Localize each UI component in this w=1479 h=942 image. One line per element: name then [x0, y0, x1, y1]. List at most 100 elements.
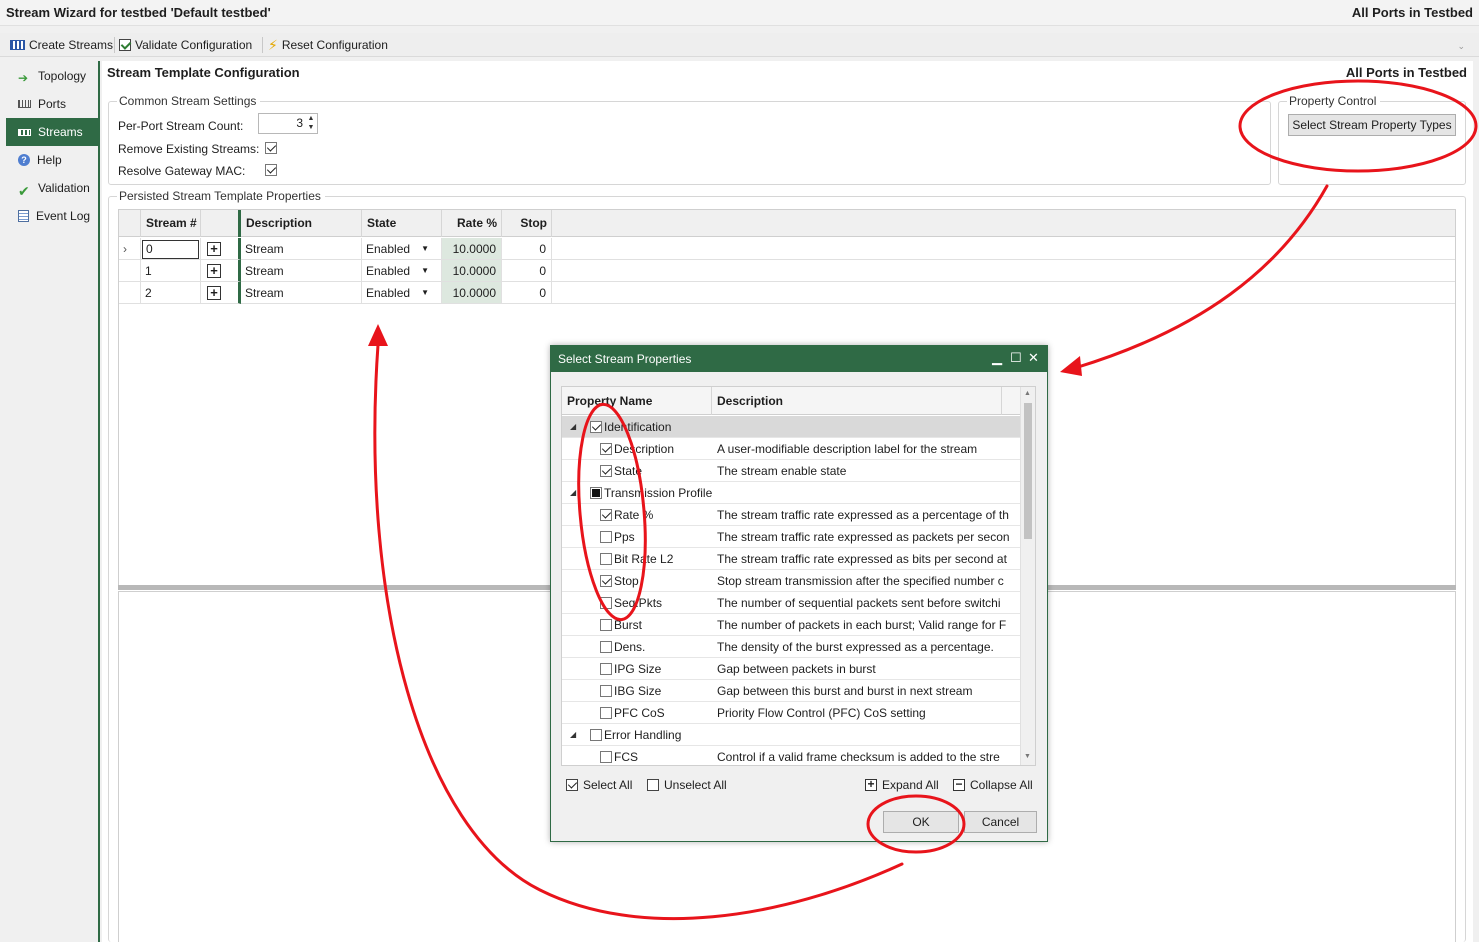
col-description[interactable]: Description [241, 210, 362, 237]
property-checkbox[interactable] [600, 575, 612, 587]
tree-item[interactable]: Bit Rate L2 The stream traffic rate expr… [562, 548, 1020, 570]
group-checkbox[interactable] [590, 729, 602, 741]
sidebar-item-topology[interactable]: ➔ Topology [6, 62, 100, 90]
sidebar-item-validation[interactable]: ✔ Validation [6, 174, 100, 202]
col-stream-number[interactable]: Stream # [141, 210, 201, 237]
select-all-checkbox[interactable]: Select All [566, 778, 632, 792]
tree-item[interactable]: Burst The number of packets in each burs… [562, 614, 1020, 636]
row-selector-cell[interactable] [119, 260, 141, 282]
tree-group-error-handling[interactable]: ◢ Error Handling [562, 724, 1020, 746]
resolve-gateway-checkbox[interactable] [265, 164, 277, 176]
table-row[interactable]: › 0 + Stream Enabled ▼ 10.0000 0 [119, 238, 1455, 260]
stream-number-editor[interactable]: 0 [142, 240, 199, 259]
collapse-triangle-icon[interactable]: ◢ [570, 724, 576, 746]
expand-plus-icon[interactable]: + [207, 264, 221, 278]
tree-item[interactable]: Description A user-modifiable descriptio… [562, 438, 1020, 460]
rate-cell[interactable]: 10.0000 [442, 238, 502, 260]
property-checkbox[interactable] [600, 663, 612, 675]
state-dropdown[interactable]: Enabled ▼ [362, 260, 442, 282]
sidebar-item-streams[interactable]: Streams [6, 118, 100, 146]
dropdown-arrow-icon[interactable]: ▼ [421, 260, 429, 282]
sidebar-item-event-log[interactable]: Event Log [6, 202, 100, 230]
tree-item[interactable]: State The stream enable state [562, 460, 1020, 482]
dropdown-arrow-icon[interactable]: ▼ [421, 238, 429, 260]
tree-item[interactable]: Pps The stream traffic rate expressed as… [562, 526, 1020, 548]
table-row[interactable]: 2 + Stream Enabled ▼ 10.0000 0 [119, 282, 1455, 304]
tree-scrollbar[interactable]: ▲ ▼ [1020, 387, 1035, 765]
close-icon[interactable]: ✕ [1028, 350, 1039, 366]
stepper-arrows-icon[interactable]: ▲ ▼ [306, 114, 316, 133]
stop-cell[interactable]: 0 [502, 260, 552, 282]
reset-configuration-button[interactable]: ⚡ Reset Configuration [268, 36, 388, 54]
cancel-button[interactable]: Cancel [964, 811, 1037, 833]
property-checkbox[interactable] [600, 619, 612, 631]
expand-all-button[interactable]: + Expand All [865, 778, 939, 792]
sidebar-item-ports[interactable]: Ports [6, 90, 100, 118]
property-checkbox[interactable] [600, 641, 612, 653]
group-checkbox[interactable] [590, 421, 602, 433]
tree-item[interactable]: Rate % The stream traffic rate expressed… [562, 504, 1020, 526]
tree-item[interactable]: IBG Size Gap between this burst and burs… [562, 680, 1020, 702]
tree-item[interactable]: PFC CoS Priority Flow Control (PFC) CoS … [562, 702, 1020, 724]
ok-button[interactable]: OK [883, 811, 959, 833]
col-stop[interactable]: Stop [502, 210, 552, 237]
col-property-description[interactable]: Description [712, 387, 1002, 415]
rate-cell[interactable]: 10.0000 [442, 260, 502, 282]
col-state[interactable]: State [362, 210, 442, 237]
tree-item[interactable]: FCS Control if a valid frame checksum is… [562, 746, 1020, 765]
col-rate[interactable]: Rate % [442, 210, 502, 237]
property-checkbox[interactable] [600, 707, 612, 719]
col-property-name[interactable]: Property Name [562, 387, 712, 415]
tree-item[interactable]: Dens. The density of the burst expressed… [562, 636, 1020, 658]
expand-cell[interactable]: + [201, 282, 241, 304]
per-port-count-stepper[interactable]: 3 ▲ ▼ [258, 113, 318, 134]
maximize-icon[interactable]: ☐ [1010, 350, 1022, 366]
tree-item[interactable]: Seq.Pkts The number of sequential packet… [562, 592, 1020, 614]
property-checkbox[interactable] [600, 685, 612, 697]
state-dropdown[interactable]: Enabled ▼ [362, 282, 442, 304]
stream-number-cell[interactable]: 2 [141, 282, 201, 304]
toolbar-overflow-icon[interactable]: ⌄ [1457, 41, 1465, 52]
tree-group-transmission-profile[interactable]: ◢ Transmission Profile [562, 482, 1020, 504]
description-cell[interactable]: Stream [241, 238, 362, 260]
remove-existing-checkbox[interactable] [265, 142, 277, 154]
collapse-all-button[interactable]: − Collapse All [953, 778, 1033, 792]
unselect-all-checkbox[interactable]: Unselect All [647, 778, 727, 792]
property-checkbox[interactable] [600, 509, 612, 521]
rate-cell[interactable]: 10.0000 [442, 282, 502, 304]
tree-group-identification[interactable]: ◢ Identification [562, 416, 1020, 438]
expand-cell[interactable]: + [201, 260, 241, 282]
expand-plus-icon[interactable]: + [207, 286, 221, 300]
validate-configuration-button[interactable]: Validate Configuration [119, 36, 252, 54]
stream-number-cell[interactable]: 0 [141, 238, 201, 260]
dropdown-arrow-icon[interactable]: ▼ [421, 282, 429, 304]
state-dropdown[interactable]: Enabled ▼ [362, 238, 442, 260]
property-checkbox[interactable] [600, 597, 612, 609]
scroll-up-icon[interactable]: ▲ [1024, 390, 1031, 397]
minimize-icon[interactable]: ▁ [992, 350, 1002, 366]
row-selector-cell[interactable] [119, 282, 141, 304]
scroll-down-icon[interactable]: ▼ [1024, 753, 1031, 760]
select-stream-property-types-button[interactable]: Select Stream Property Types [1288, 114, 1456, 136]
stop-cell[interactable]: 0 [502, 282, 552, 304]
sidebar-item-help[interactable]: ? Help [6, 146, 100, 174]
stream-number-cell[interactable]: 1 [141, 260, 201, 282]
stop-cell[interactable]: 0 [502, 238, 552, 260]
property-checkbox[interactable] [600, 553, 612, 565]
property-checkbox[interactable] [600, 751, 612, 763]
scrollbar-thumb[interactable] [1024, 403, 1032, 539]
table-row[interactable]: 1 + Stream Enabled ▼ 10.0000 0 [119, 260, 1455, 282]
create-streams-button[interactable]: Create Streams [10, 36, 113, 54]
property-checkbox[interactable] [600, 531, 612, 543]
expand-cell[interactable]: + [201, 238, 241, 260]
description-cell[interactable]: Stream [241, 282, 362, 304]
tree-item[interactable]: IPG Size Gap between packets in burst [562, 658, 1020, 680]
property-checkbox[interactable] [600, 443, 612, 455]
collapse-triangle-icon[interactable]: ◢ [570, 482, 576, 504]
collapse-triangle-icon[interactable]: ◢ [570, 416, 576, 438]
description-cell[interactable]: Stream [241, 260, 362, 282]
group-checkbox[interactable] [590, 487, 602, 499]
expand-plus-icon[interactable]: + [207, 242, 221, 256]
tree-item[interactable]: Stop Stop stream transmission after the … [562, 570, 1020, 592]
property-checkbox[interactable] [600, 465, 612, 477]
